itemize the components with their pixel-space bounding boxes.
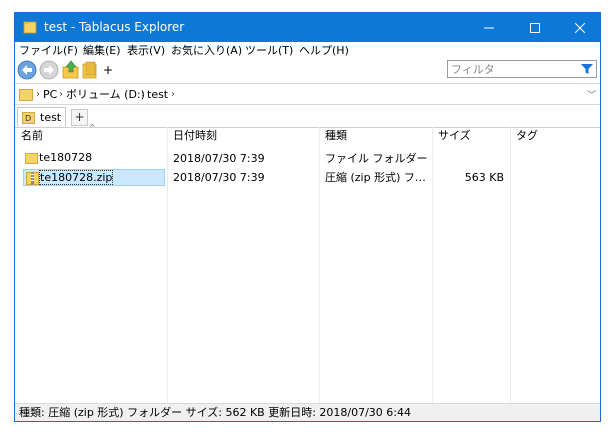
address-bar[interactable]: › PC › ボリューム (D:) › test › ﹀: [15, 83, 600, 105]
folder-icon: [25, 153, 38, 164]
file-list[interactable]: ^ 名前 日付時刻 種類 サイズ タグ te180728 2018/07/30 …: [15, 123, 600, 403]
menu-bar: ファイル(F) 編集(E) 表示(V) お気に入り(A) ツール(T) ヘルプ(…: [15, 42, 600, 59]
close-button[interactable]: [557, 13, 600, 42]
explorer-window: test - Tablacus Explorer ファイル(F) 編集(E) 表…: [14, 12, 601, 422]
new-folder-icon[interactable]: [82, 60, 100, 80]
maximize-button[interactable]: [512, 13, 557, 42]
menu-favorites[interactable]: お気に入り(A): [171, 44, 242, 57]
date-cell: 2018/07/30 7:39: [173, 152, 265, 165]
table-row[interactable]: te180728 2018/07/30 7:39 ファイル フォルダー: [15, 149, 600, 168]
table-row[interactable]: te180728.zip 2018/07/30 7:39 圧縮 (zip 形式)…: [15, 168, 600, 187]
tab-test[interactable]: D test: [17, 107, 66, 127]
menu-view[interactable]: 表示(V): [127, 44, 165, 57]
minimize-icon: [483, 27, 494, 28]
column-name[interactable]: 名前: [15, 127, 167, 145]
column-type[interactable]: 種類: [319, 127, 432, 145]
close-icon: [574, 22, 585, 33]
tab-bar: D test +: [15, 105, 600, 128]
up-folder-icon[interactable]: [61, 60, 81, 80]
toolbar: + フィルタ: [15, 59, 600, 83]
back-arrow-icon[interactable]: [17, 60, 37, 80]
maximize-icon: [529, 22, 540, 33]
menu-tools[interactable]: ツール(T): [245, 44, 293, 57]
address-dropdown-icon[interactable]: ﹀: [587, 88, 596, 101]
date-cell: 2018/07/30 7:39: [173, 171, 265, 184]
size-cell: 563 KB: [464, 171, 504, 184]
menu-edit[interactable]: 編集(E): [83, 44, 121, 57]
column-tag[interactable]: タグ: [510, 127, 600, 145]
breadcrumb-volume[interactable]: ボリューム (D:): [66, 88, 145, 101]
tab-label: test: [40, 111, 62, 124]
type-cell: ファイル フォルダー: [325, 152, 428, 165]
menu-file[interactable]: ファイル(F): [19, 44, 78, 57]
folder-app-icon: [23, 21, 37, 34]
svg-text:D: D: [25, 114, 31, 123]
filter-placeholder: フィルタ: [451, 63, 495, 76]
breadcrumb-separator-icon: ›: [36, 89, 40, 100]
status-text: 種類: 圧縮 (zip 形式) フォルダー サイズ: 562 KB 更新日時: …: [19, 406, 412, 419]
folder-icon: [19, 89, 33, 101]
breadcrumb-separator-icon: ›: [59, 89, 63, 100]
breadcrumb-pc[interactable]: PC: [43, 88, 57, 101]
add-toolbar-button[interactable]: +: [103, 63, 113, 77]
name-cell-selected[interactable]: te180728.zip: [23, 169, 165, 186]
filter-funnel-icon[interactable]: [581, 63, 593, 75]
forward-arrow-icon[interactable]: [39, 60, 59, 80]
column-size[interactable]: サイズ: [432, 127, 510, 145]
new-tab-button[interactable]: +: [71, 109, 88, 126]
breadcrumb-separator-icon: ›: [171, 89, 175, 100]
breadcrumb-separator-icon: ›: [141, 89, 145, 100]
file-name: te180728.zip: [38, 170, 114, 185]
type-cell: 圧縮 (zip 形式) フ…: [325, 171, 426, 184]
zip-folder-icon: [26, 172, 39, 185]
drive-folder-icon: D: [22, 112, 35, 124]
status-bar: 種類: 圧縮 (zip 形式) フォルダー サイズ: 562 KB 更新日時: …: [15, 403, 600, 421]
menu-help[interactable]: ヘルプ(H): [299, 44, 349, 57]
minimize-button[interactable]: [466, 13, 511, 42]
window-title: test - Tablacus Explorer: [44, 20, 185, 34]
column-date[interactable]: 日付時刻: [167, 127, 319, 145]
file-name: te180728: [39, 151, 93, 164]
breadcrumb-test[interactable]: test: [147, 88, 168, 101]
name-cell[interactable]: te180728: [23, 150, 165, 167]
filter-input[interactable]: フィルタ: [447, 60, 597, 78]
title-bar[interactable]: test - Tablacus Explorer: [15, 13, 600, 42]
